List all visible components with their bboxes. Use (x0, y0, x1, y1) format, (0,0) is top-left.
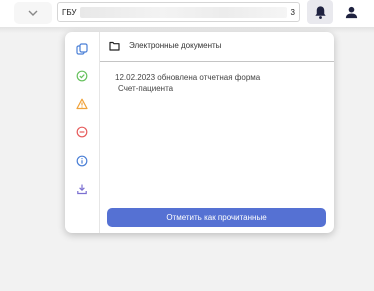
notifications-panel: Электронные документы 12.02.2023 обновле… (65, 32, 334, 233)
chevron-down-icon (28, 10, 38, 16)
user-profile-button[interactable] (338, 0, 364, 24)
organization-name-prefix: ГБУ (62, 7, 77, 17)
user-icon (345, 6, 357, 18)
notification-message: 12.02.2023 обновлена отчетная форма Счет… (115, 72, 260, 94)
notifications-button[interactable] (307, 0, 333, 24)
notification-text-line2: Счет-пациента (118, 84, 174, 93)
check-circle-icon[interactable] (76, 70, 88, 82)
notification-category-header: Электронные документы (100, 32, 334, 62)
info-icon[interactable] (76, 155, 88, 167)
minus-circle-icon[interactable] (76, 126, 88, 138)
category-title: Электронные документы (129, 41, 222, 50)
mark-as-read-button[interactable]: Отметить как прочитанные (107, 208, 326, 227)
notification-text-line1: 12.02.2023 обновлена отчетная форма (115, 73, 261, 82)
bell-icon (314, 5, 326, 19)
download-icon[interactable] (76, 183, 88, 195)
organization-name-suffix: 3 (290, 7, 295, 17)
collapse-dropdown-button[interactable] (14, 2, 52, 24)
organization-select[interactable]: ГБУ 3 (57, 2, 300, 22)
top-bar: ГБУ 3 (0, 0, 374, 27)
organization-name-redacted (80, 6, 287, 18)
notification-category-rail (65, 32, 100, 233)
folder-icon (109, 41, 120, 51)
warning-icon[interactable] (76, 98, 88, 110)
copy-icon[interactable] (76, 43, 88, 55)
